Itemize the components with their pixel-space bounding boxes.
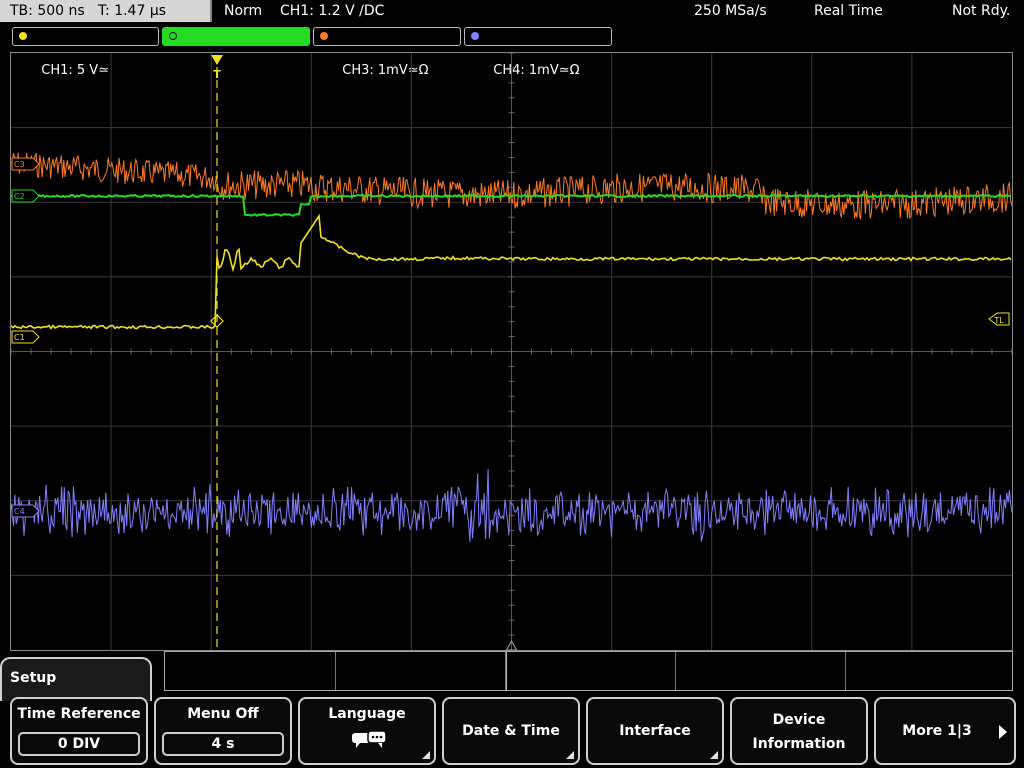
waveform-display[interactable]: T TL C3 C2 C1 C4 — [10, 52, 1013, 651]
ch3-color-dot — [320, 32, 328, 40]
next-page-icon — [999, 725, 1007, 739]
interface-softkey[interactable]: Interface — [586, 697, 724, 765]
date-time-label: Date & Time — [462, 723, 560, 739]
submenu-indicator-icon — [566, 751, 574, 759]
status-bar: Norm CH1: 1.2 V ∕DC 250 MSa/s Real Time … — [214, 0, 1024, 22]
more-softkey[interactable]: More 1|3 — [874, 697, 1016, 765]
ch4-reference-marker-label: C4 — [14, 507, 25, 516]
device-information-softkey[interactable]: Device Information — [730, 697, 868, 765]
more-label: More 1|3 — [902, 723, 972, 739]
interface-label: Interface — [619, 723, 691, 739]
channel-tab-ch2[interactable]: CH2: 20 mV≃Ω — [162, 27, 310, 78]
run-status: Not Rdy. — [952, 3, 1011, 19]
ch3-reference-marker-label: C3 — [14, 160, 25, 169]
ch2-color-dot — [169, 32, 177, 40]
channel-tab-ch1[interactable]: CH1: 5 V≃ — [12, 27, 159, 78]
trigger-mode[interactable]: Norm — [224, 0, 262, 22]
channel-tab-ch3[interactable]: CH3: 1mV≃Ω — [313, 27, 461, 78]
acquisition-mode: Real Time — [814, 3, 883, 19]
time-reference-value: 0 DIV — [18, 732, 140, 756]
ch1-reference-marker-label: C1 — [14, 333, 25, 342]
time-reference-softkey[interactable]: Time Reference 0 DIV — [10, 697, 148, 765]
trigger-source[interactable]: CH1: 1.2 V ∕DC — [280, 0, 384, 22]
trigger-marker-label: T — [213, 68, 221, 81]
ch4-color-dot — [471, 32, 479, 40]
channel-tab-ch4[interactable]: CH4: 1mV≃Ω — [464, 27, 612, 78]
menu-off-label: Menu Off — [187, 706, 259, 722]
ch2-reference-marker-label: C2 — [14, 192, 25, 201]
language-softkey[interactable]: Language — [298, 697, 436, 765]
timebase-readout[interactable]: TB: 500 ns T: 1.47 µs — [0, 0, 212, 22]
submenu-indicator-icon — [422, 751, 430, 759]
speech-bubbles-icon — [352, 730, 387, 748]
date-time-softkey[interactable]: Date & Time — [442, 697, 580, 765]
device-information-label-1: Device — [772, 712, 826, 728]
waveform-canvas: T TL C3 C2 C1 C4 — [11, 53, 1012, 650]
menu-off-softkey[interactable]: Menu Off 4 s — [154, 697, 292, 765]
language-label: Language — [328, 706, 406, 722]
trigger-level-label: TL — [993, 316, 1004, 325]
submenu-indicator-icon — [710, 751, 718, 759]
trigger-marker-icon — [211, 55, 223, 65]
device-information-label-2: Information — [752, 736, 846, 752]
time-reference-label: Time Reference — [17, 706, 141, 722]
ch1-color-dot — [19, 32, 27, 40]
sample-rate: 250 MSa/s — [694, 3, 767, 19]
menu-title: Setup — [0, 657, 152, 701]
zoom-reference-strip — [164, 651, 1013, 691]
menu-off-value: 4 s — [162, 732, 284, 756]
